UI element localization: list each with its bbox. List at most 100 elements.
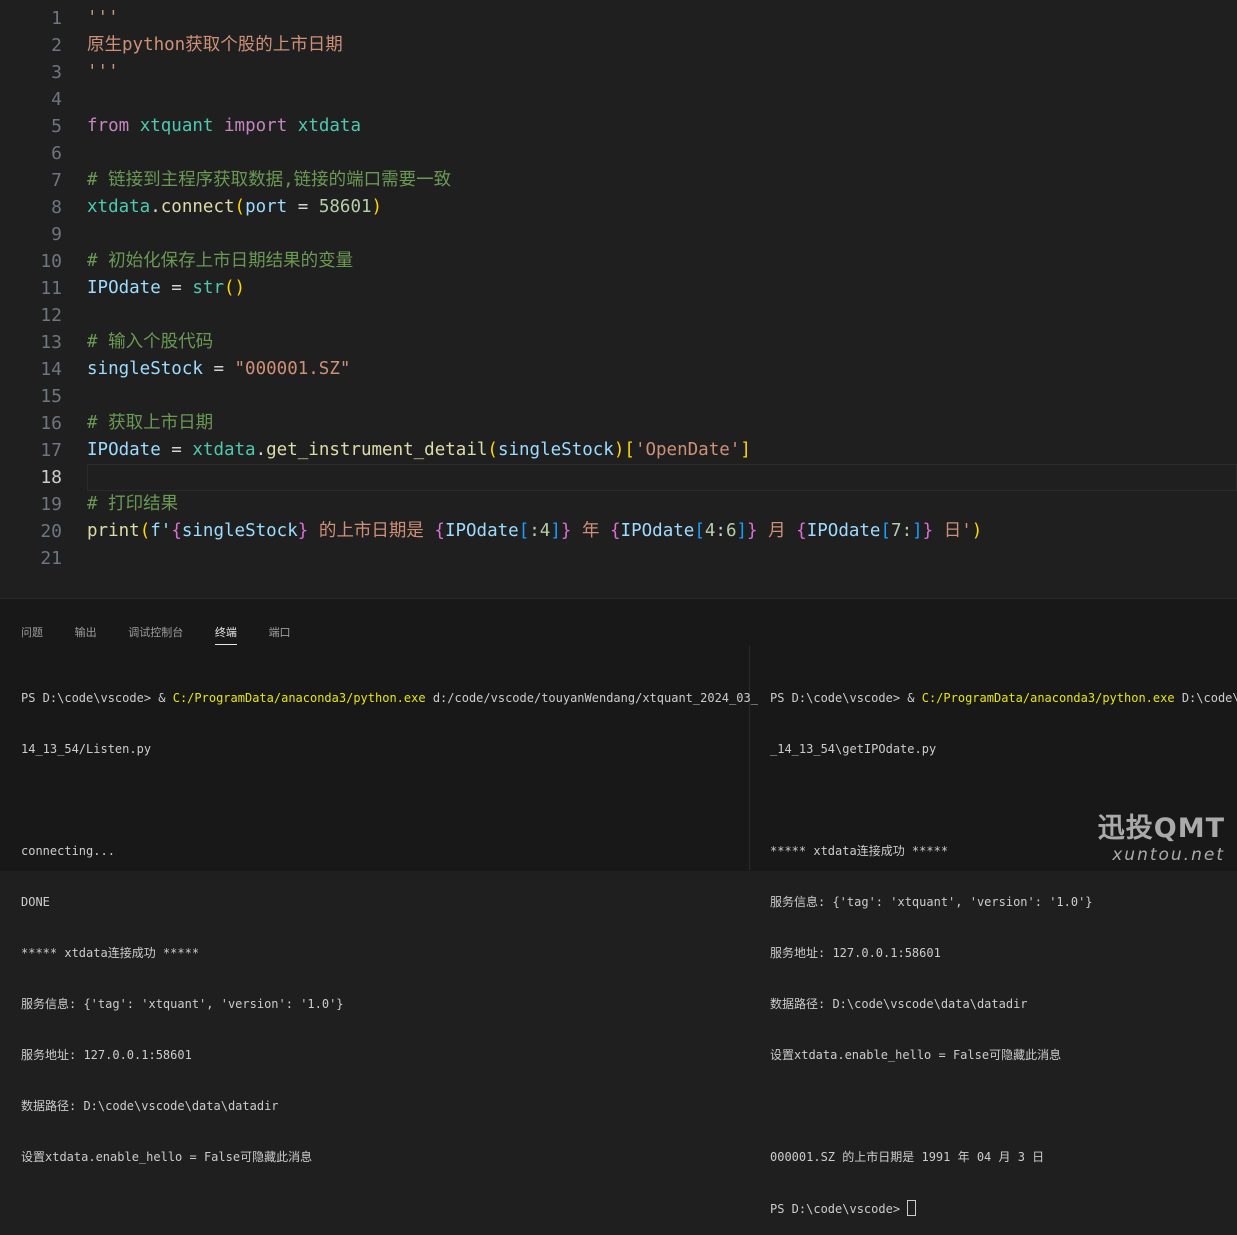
terminal-left[interactable]: PS D:\code\vscode> & C:/ProgramData/anac… (21, 656, 758, 1183)
code-editor[interactable]: 1 2 3 4 5 6 7 8 9 10 11 12 13 14 15 16 17 18 19 20 21 ''' 原生… (0, 0, 1237, 598)
terminal-output-line: DONE (21, 895, 50, 909)
fstring-expr: IPOdate (444, 521, 519, 541)
function-name: get_instrument_detail (266, 440, 488, 460)
fstring-text: 月 (757, 521, 797, 541)
terminal-prompt: PS D:\code\vscode> (770, 1202, 908, 1216)
fstring-prefix: f' (150, 521, 172, 541)
line-number: 20 (40, 521, 62, 542)
line-number: 8 (51, 197, 62, 218)
terminal-command-line: PS D:\code\vscode> & C:/ProgramData/anac… (770, 691, 1237, 705)
code-line-7[interactable]: # 链接到主程序获取数据,链接的端口需要一致 (87, 167, 451, 194)
builtin-name: str (192, 278, 224, 298)
terminal-command-line: PS D:\code\vscode> & C:/ProgramData/anac… (21, 691, 758, 705)
slice-end: 6 (725, 521, 737, 541)
line-number: 17 (40, 440, 62, 461)
watermark-logo-text: 迅投QMT (1097, 813, 1225, 844)
terminal-output-line: 服务地址: 127.0.0.1:58601 (21, 1048, 192, 1062)
code-line-11[interactable]: IPOdate = str() (87, 275, 245, 302)
line-number: 10 (40, 251, 62, 272)
line-number: 4 (51, 89, 62, 110)
keyword-arg: port (245, 197, 288, 217)
module-name: xtquant (139, 116, 214, 136)
line-number: 7 (51, 170, 62, 191)
code-line-16[interactable]: # 获取上市日期 (87, 410, 213, 437)
watermark-url: xuntou.net (1112, 845, 1225, 865)
code-line-8[interactable]: xtdata.connect(port = 58601) (87, 194, 382, 221)
number-literal: 58601 (318, 197, 372, 217)
slice: :4 (529, 521, 551, 541)
imported-name: xtdata (297, 116, 361, 136)
panel-tabs: 问题 输出 调试控制台 终端 端口 (21, 621, 313, 645)
code-line-14[interactable]: singleStock = "000001.SZ" (87, 356, 350, 383)
variable-name: IPOdate (87, 440, 161, 460)
code-line-19[interactable]: # 打印结果 (87, 491, 178, 518)
slice-start: 4 (704, 521, 716, 541)
terminal-command-wrap: 14_13_54/Listen.py (21, 742, 152, 756)
terminal-output-line: ***** xtdata连接成功 ***** (21, 946, 200, 960)
code-line-20[interactable]: print(f'{singleStock} 的上市日期是 {IPOdate[:4… (87, 518, 982, 545)
code-line-17[interactable]: IPOdate = xtdata.get_instrument_detail(s… (87, 437, 751, 464)
scrolled-line-fragment (0, 0, 1237, 6)
tab-debug-console[interactable]: 调试控制台 (128, 624, 183, 644)
object-name: xtdata (87, 197, 151, 217)
line-number: 19 (40, 494, 62, 515)
variable-name: IPOdate (87, 278, 161, 298)
string-literal: "000001.SZ" (234, 359, 351, 379)
line-number: 5 (51, 116, 62, 137)
line-number: 1 (51, 8, 62, 29)
code-line-2[interactable]: 原生python获取个股的上市日期 (87, 32, 343, 59)
line-number: 16 (40, 413, 62, 434)
function-name: print (87, 521, 140, 541)
tab-terminal[interactable]: 终端 (214, 624, 237, 645)
operator: = (287, 197, 319, 217)
keyword-from: from (87, 116, 130, 136)
fstring-text: 日' (933, 521, 972, 541)
terminal-output-line: 服务地址: 127.0.0.1:58601 (770, 946, 941, 960)
line-number: 3 (51, 62, 62, 83)
watermark: 迅投QMT xuntou.net (1098, 806, 1225, 865)
function-name: connect (160, 197, 235, 217)
code-line-5[interactable]: from xtquant import xtdata (87, 113, 361, 140)
terminal-right[interactable]: PS D:\code\vscode> & C:/ProgramData/anac… (770, 656, 1237, 1235)
tab-output[interactable]: 输出 (75, 624, 97, 644)
line-number: 6 (51, 143, 62, 164)
docstring-text: 原生python获取个股的上市日期 (87, 35, 343, 55)
string-literal: 'OpenDate' (634, 440, 741, 460)
line-number: 21 (40, 548, 62, 569)
line-number: 2 (51, 35, 62, 56)
terminal-prompt-line[interactable]: PS D:\code\vscode> (770, 1200, 1237, 1218)
terminal-command-wrap: _14_13_54\getIPOdate.py (770, 742, 937, 756)
line-number: 15 (40, 386, 62, 407)
object-name: xtdata (192, 440, 256, 460)
terminal-output-line: 服务信息: {'tag': 'xtquant', 'version': '1.0… (770, 895, 1093, 909)
code-line-3[interactable]: ''' (87, 59, 119, 86)
variable-name: singleStock (87, 359, 203, 379)
code-line-10[interactable]: # 初始化保存上市日期结果的变量 (87, 248, 353, 275)
code-line-1[interactable]: ''' (87, 5, 119, 32)
slice: 7: (891, 521, 913, 541)
fstring-expr: IPOdate (620, 521, 695, 541)
tab-problems[interactable]: 问题 (21, 624, 43, 644)
code-line-13[interactable]: # 输入个股代码 (87, 329, 213, 356)
terminal-result-line: 000001.SZ 的上市日期是 1991 年 04 月 3 日 (770, 1150, 1045, 1164)
terminal-cursor (907, 1200, 917, 1216)
fstring-expr: IPOdate (806, 521, 881, 541)
docstring-open: ''' (87, 8, 119, 28)
fstring-expr: singleStock (181, 521, 298, 541)
terminal-output-line: connecting... (21, 844, 115, 858)
terminal-output-line: 设置xtdata.enable_hello = False可隐藏此消息 (770, 1048, 1062, 1062)
fstring-text: 年 (571, 521, 610, 541)
terminal-output-line: 设置xtdata.enable_hello = False可隐藏此消息 (21, 1150, 313, 1164)
terminal-output-line: 数据路径: D:\code\vscode\data\datadir (21, 1099, 279, 1113)
current-line-highlight (0, 464, 1237, 491)
argument-name: singleStock (497, 440, 614, 460)
fstring-text: 的上市日期是 (308, 521, 435, 541)
tab-ports[interactable]: 端口 (269, 624, 291, 644)
line-number: 13 (40, 332, 62, 353)
docstring-close: ''' (87, 62, 119, 82)
terminal-output-line: 数据路径: D:\code\vscode\data\datadir (770, 997, 1028, 1011)
line-number: 11 (40, 278, 62, 299)
line-number: 12 (40, 305, 62, 326)
line-number: 9 (51, 224, 62, 245)
line-number: 14 (40, 359, 62, 380)
